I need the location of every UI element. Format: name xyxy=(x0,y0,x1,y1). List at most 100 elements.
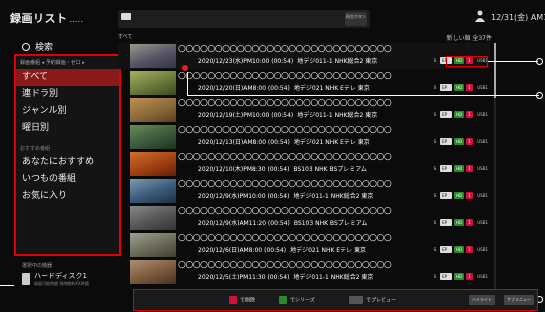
sidebar-item-genre[interactable]: ジャンル別 xyxy=(16,103,119,120)
s-badge: S xyxy=(433,84,437,90)
s-badge: S xyxy=(433,219,437,225)
hd-badge: HD xyxy=(454,272,465,280)
thumbnail-image xyxy=(130,260,176,284)
scrollbar-thumb[interactable] xyxy=(494,43,496,98)
usb-badge: USB1 xyxy=(477,246,488,252)
sidebar-item-all[interactable]: すべて xyxy=(16,69,119,86)
s-badge: S xyxy=(433,165,437,171)
search-options-button[interactable]: 再生ボタン xyxy=(345,12,367,26)
search-menu[interactable]: 検索 xyxy=(22,40,53,53)
user-icon[interactable] xyxy=(475,10,485,22)
thumbnail-image xyxy=(130,98,176,122)
program-info: 2020/12/20(日)AM8:00 (00:54) 地デジ021 NHK Eテ… xyxy=(198,85,370,92)
callout-line xyxy=(187,95,539,96)
ep-badge: EP xyxy=(440,164,453,172)
list-item[interactable]: ○○○○○○○○○○○○○○○○○○○○○○○○○○○○○ 2020/12/10… xyxy=(118,151,490,177)
selected-device-label: 選択中の機器 xyxy=(22,263,53,269)
ep-badge: EP xyxy=(440,110,453,118)
sidebar-group-label: 録画番組 ◂ 予約録画・ゼロ ▸ xyxy=(20,60,85,66)
program-title: ○○○○○○○○○○○○○○○○○○○○○○○○○○○○○ xyxy=(178,206,392,216)
highlight-button[interactable]: ハイライト xyxy=(469,295,495,305)
thumbnail-image xyxy=(130,152,176,176)
ep-badge: EP xyxy=(440,245,453,253)
list-category: すべて xyxy=(118,34,133,40)
play-key-icon xyxy=(349,296,363,304)
list-item[interactable]: ○○○○○○○○○○○○○○○○○○○○○○○○○○○○○ 2020/12/13… xyxy=(118,124,490,150)
list-item[interactable]: ○○○○○○○○○○○○○○○○○○○○○○○○○○○○○ 2020/12/9(… xyxy=(118,205,490,231)
program-info: 2020/12/23(水)PM10:00 (00:54) 地デジ011-1 NHK… xyxy=(198,58,378,65)
s-badge: S xyxy=(433,57,437,63)
preview-hint[interactable]: でプレビュー xyxy=(349,296,396,304)
s-badge: S xyxy=(433,111,437,117)
series-hint[interactable]: でシリーズ xyxy=(279,296,315,304)
program-title: ○○○○○○○○○○○○○○○○○○○○○○○○○○○○○ xyxy=(178,152,392,162)
delete-hint[interactable]: で削除 xyxy=(229,296,255,304)
badge-group: S EP HD 1 USB1 xyxy=(432,218,490,226)
callout-marker xyxy=(536,92,543,99)
callout-marker xyxy=(536,58,543,65)
hd-badge: HD xyxy=(454,191,465,199)
list-header: すべて 新しい順 全37件 xyxy=(118,33,492,43)
number-badge: 1 xyxy=(466,137,474,145)
program-title: ○○○○○○○○○○○○○○○○○○○○○○○○○○○○○ xyxy=(178,98,392,108)
device-selector[interactable]: ハードディスク1 録画可能時間 残時間約XX時間 xyxy=(22,271,112,291)
clock: 12/31(金) AM10:48 xyxy=(491,13,545,22)
badge-group: S EP HD 1 USB1 xyxy=(432,164,490,172)
badge-highlight-box xyxy=(446,56,488,67)
usb-badge: USB1 xyxy=(477,219,488,225)
badge-group: S EP HD 1 USB1 xyxy=(432,83,490,91)
app-title: 録画リスト..... xyxy=(10,12,84,25)
callout-line xyxy=(187,72,188,95)
thumbnail-image xyxy=(130,125,176,149)
ep-badge: EP xyxy=(440,83,453,91)
sidebar-item-favorites[interactable]: お気に入り xyxy=(16,188,119,205)
device-name: ハードディスク1 xyxy=(34,272,87,280)
hd-badge: HD xyxy=(454,218,465,226)
program-info: 2020/12/9(水)AM11:20 (00:54) BS103 NHK BSプ… xyxy=(198,220,368,227)
program-title: ○○○○○○○○○○○○○○○○○○○○○○○○○○○○○ xyxy=(178,179,392,189)
submenu-button[interactable]: サブメニュー xyxy=(504,295,534,305)
list-item[interactable]: ○○○○○○○○○○○○○○○○○○○○○○○○○○○○○ 2020/12/6(… xyxy=(118,232,490,258)
program-info: 2020/12/5(土)PM11:30 (00:54) 地デジ011-1 NHK総… xyxy=(198,274,374,281)
scrollbar[interactable] xyxy=(494,43,496,293)
number-badge: 1 xyxy=(466,110,474,118)
program-title: ○○○○○○○○○○○○○○○○○○○○○○○○○○○○○ xyxy=(178,44,392,54)
list-item[interactable]: ○○○○○○○○○○○○○○○○○○○○○○○○○○○○○ 2020/12/19… xyxy=(118,97,490,123)
program-title: ○○○○○○○○○○○○○○○○○○○○○○○○○○○○○ xyxy=(178,233,392,243)
search-bar[interactable]: 再生ボタン xyxy=(118,10,370,28)
list-item[interactable]: ○○○○○○○○○○○○○○○○○○○○○○○○○○○○○ 2020/12/23… xyxy=(118,43,490,69)
list-item[interactable]: ○○○○○○○○○○○○○○○○○○○○○○○○○○○○○ 2020/12/20… xyxy=(118,70,490,96)
thumbnail-image xyxy=(130,71,176,95)
list-item[interactable]: ○○○○○○○○○○○○○○○○○○○○○○○○○○○○○ 2020/12/9(… xyxy=(118,178,490,204)
thumbnail-image xyxy=(130,179,176,203)
ep-badge: EP xyxy=(440,191,453,199)
sidebar-menu: 録画番組 ◂ 予約録画・ゼロ ▸ すべて 連ドラ別 ジャンル別 曜日別 おすすめ… xyxy=(14,54,121,256)
hd-badge: HD xyxy=(454,245,465,253)
ep-badge: EP xyxy=(440,137,453,145)
sidebar-item-drama[interactable]: 連ドラ別 xyxy=(16,86,119,103)
sidebar-item-usual[interactable]: いつもの番組 xyxy=(16,171,119,188)
ep-badge: EP xyxy=(440,272,453,280)
list-item[interactable]: ○○○○○○○○○○○○○○○○○○○○○○○○○○○○○ 2020/12/5(… xyxy=(118,259,490,285)
sidebar-item-weekday[interactable]: 曜日別 xyxy=(16,120,119,137)
bottom-guide-bar: で削除 でシリーズ でプレビュー ハイライト サブメニュー xyxy=(133,289,538,311)
callout-line xyxy=(488,61,538,62)
program-title: ○○○○○○○○○○○○○○○○○○○○○○○○○○○○○ xyxy=(178,71,392,81)
sidebar-item-recommend[interactable]: あなたにおすすめ xyxy=(16,154,119,171)
hd-badge: HD xyxy=(454,83,465,91)
usb-badge: USB1 xyxy=(477,165,488,171)
sort-count[interactable]: 新しい順 全37件 xyxy=(446,33,492,42)
hd-badge: HD xyxy=(454,110,465,118)
device-sub: 録画可能時間 残時間約XX時間 xyxy=(34,281,89,286)
number-badge: 1 xyxy=(466,272,474,280)
number-badge: 1 xyxy=(466,191,474,199)
number-badge: 1 xyxy=(466,164,474,172)
s-badge: S xyxy=(433,192,437,198)
program-title: ○○○○○○○○○○○○○○○○○○○○○○○○○○○○○ xyxy=(178,260,392,270)
badge-group: S EP HD 1 USB1 xyxy=(432,191,490,199)
badge-group: S EP HD 1 USB1 xyxy=(432,137,490,145)
usb-badge: USB1 xyxy=(477,138,488,144)
callout-line xyxy=(0,285,14,286)
s-badge: S xyxy=(433,246,437,252)
number-badge: 1 xyxy=(466,245,474,253)
